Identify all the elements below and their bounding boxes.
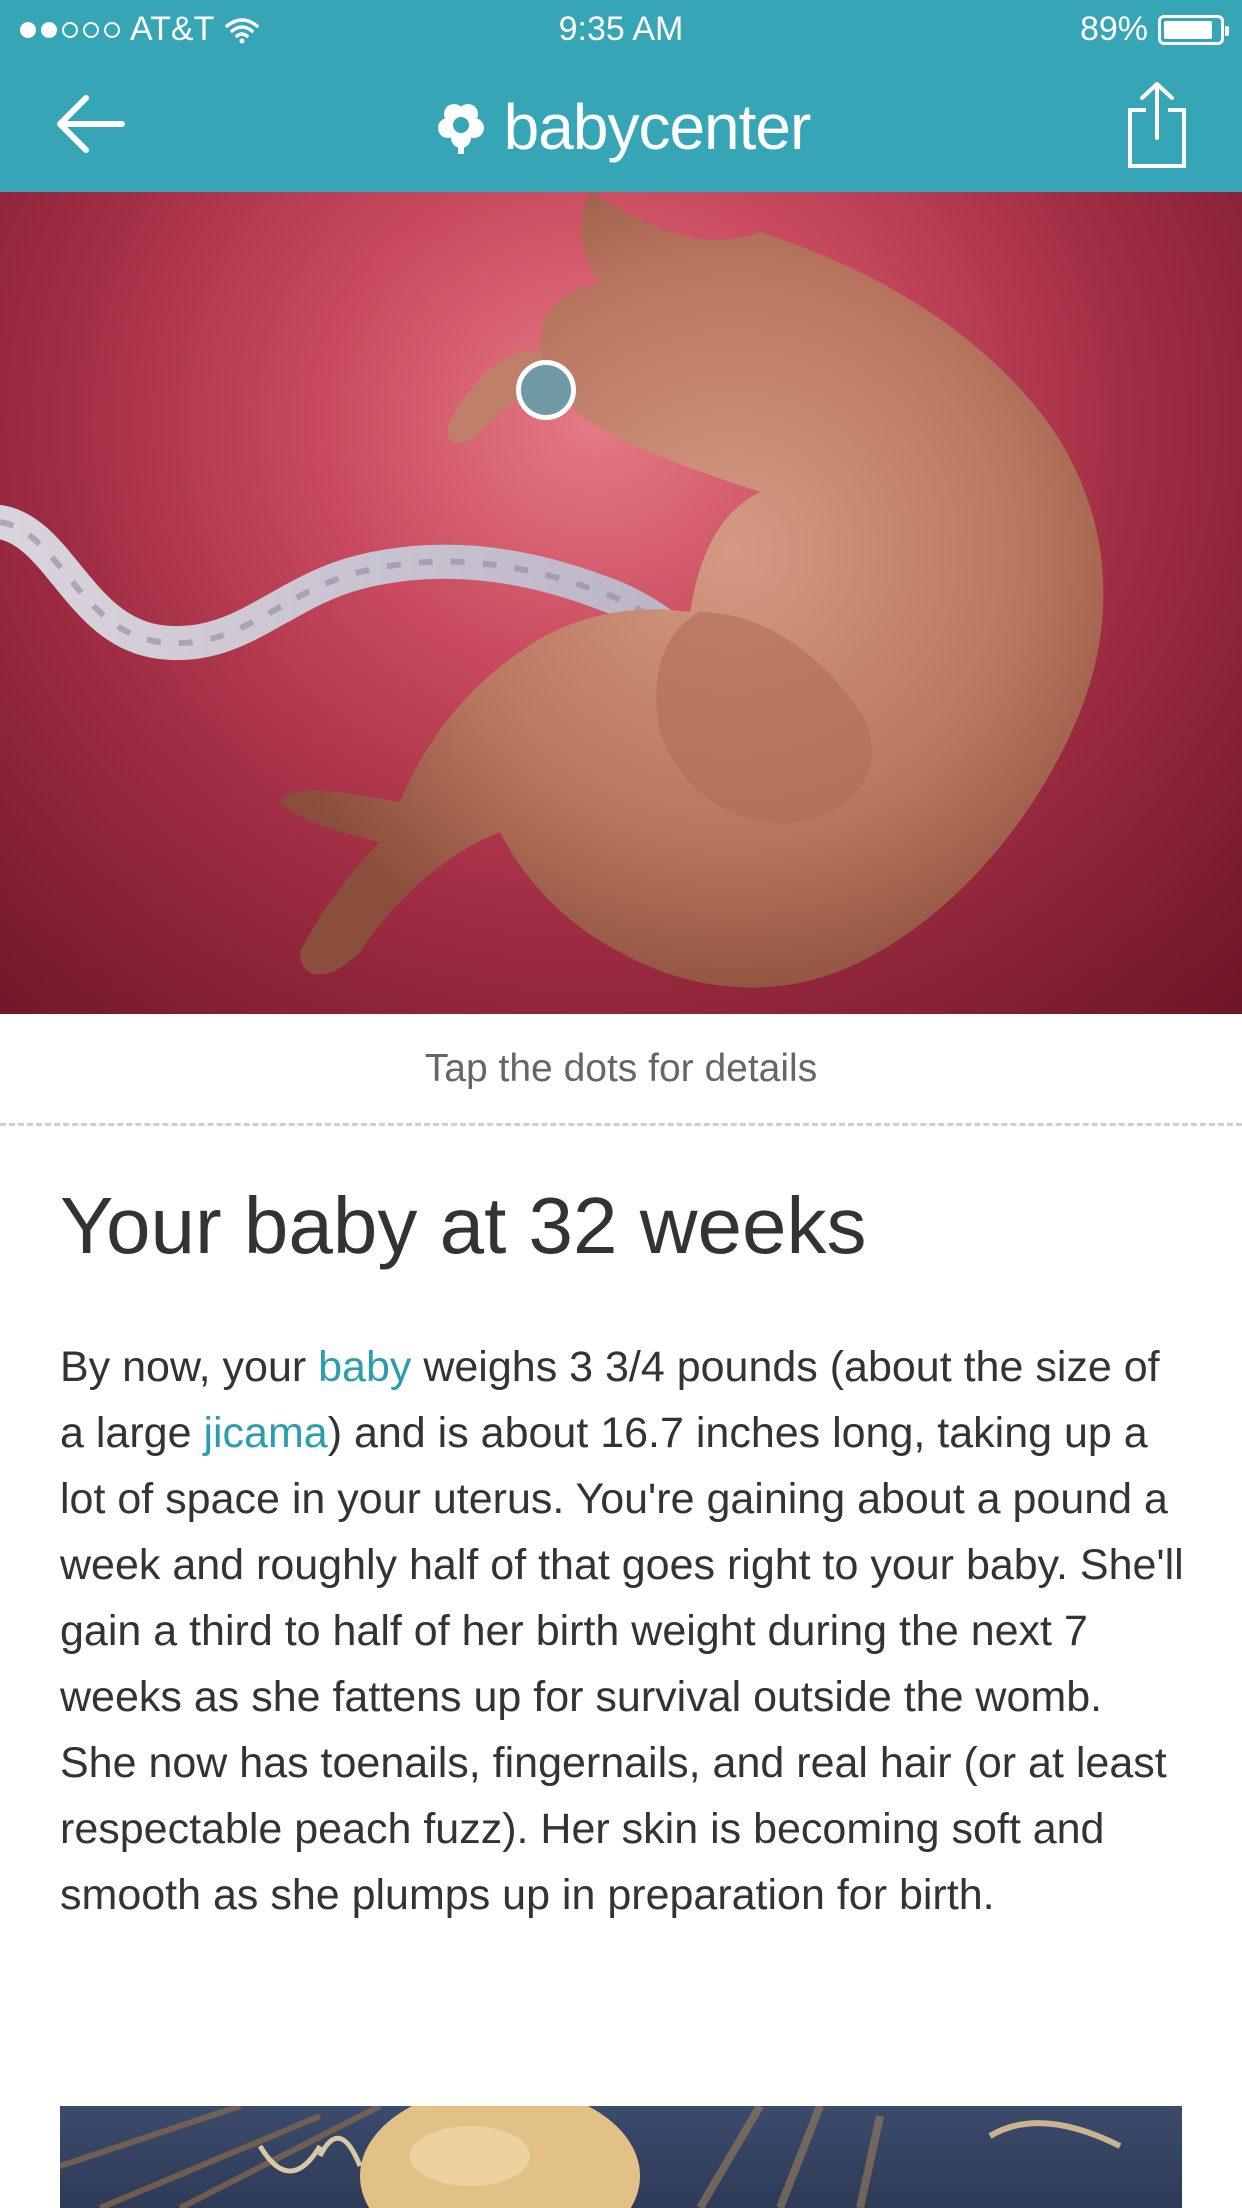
status-right: 89% bbox=[1079, 10, 1229, 49]
battery-percent: 89% bbox=[1079, 10, 1148, 48]
page-title: Your baby at 32 weeks bbox=[60, 1181, 867, 1270]
dashed-divider bbox=[0, 1123, 1242, 1126]
status-bar: AT&T 9:35 AM 89% bbox=[0, 0, 1242, 62]
jicama-photo bbox=[60, 2106, 1182, 2208]
hotspot-dot[interactable] bbox=[516, 360, 576, 420]
jicama-link[interactable]: jicama bbox=[203, 1409, 327, 1457]
babycenter-logo-icon bbox=[437, 104, 484, 154]
jicama-image bbox=[60, 2106, 1122, 2208]
tap-dots-caption: Tap the dots for details bbox=[424, 1047, 818, 1090]
article-body: By now, your baby weighs 3 3/4 pounds (a… bbox=[60, 1334, 1190, 1928]
brand-name: babycenter bbox=[503, 91, 812, 163]
article-text-3: ) and is about 16.7 inches long, taking … bbox=[60, 1409, 1184, 1919]
article-text-1: By now, your bbox=[60, 1343, 319, 1391]
fetus-image bbox=[0, 192, 1104, 988]
share-icon[interactable] bbox=[1122, 80, 1192, 170]
fetus-illustration bbox=[0, 192, 1242, 1014]
navigation-bar: babycenter bbox=[0, 62, 1242, 192]
battery-icon bbox=[1158, 14, 1229, 45]
brand: babycenter bbox=[0, 90, 1242, 164]
top-bar: AT&T 9:35 AM 89% babycenter bbox=[0, 0, 1242, 192]
baby-link[interactable]: baby bbox=[318, 1343, 411, 1391]
status-time: 9:35 AM bbox=[558, 10, 684, 48]
